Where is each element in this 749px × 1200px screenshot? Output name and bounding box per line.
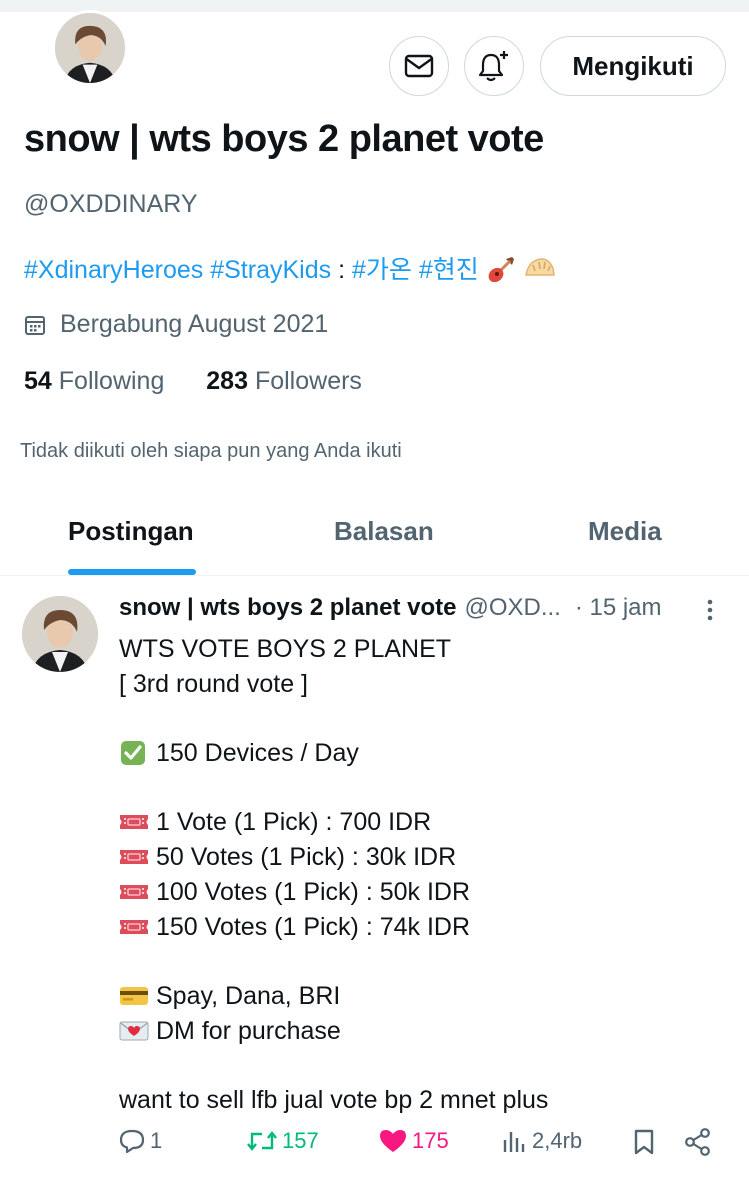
profile-avatar[interactable] — [52, 10, 128, 86]
views-count: 2,4rb — [532, 1128, 583, 1153]
bell-plus-icon — [478, 51, 508, 82]
reply-count: 1 — [150, 1128, 163, 1153]
heart-filled-icon — [380, 1130, 406, 1152]
like-button[interactable]: 175 — [378, 1128, 449, 1154]
bio-separator: : — [338, 256, 346, 284]
tabs-divider — [0, 575, 749, 576]
hashtag-link[interactable]: #StrayKids — [210, 256, 331, 284]
dumpling-emoji-icon — [524, 258, 555, 276]
post-text-line — [119, 944, 719, 979]
ticket-emoji-icon — [120, 815, 148, 830]
profile-tabs: Postingan Balasan Media — [0, 500, 749, 576]
followers-link[interactable]: 283 Followers — [206, 367, 362, 395]
love-letter-emoji-icon — [119, 1021, 149, 1041]
post-text-line: 150 Devices / Day — [119, 736, 719, 771]
mail-icon — [404, 54, 434, 78]
tab-replies[interactable]: Balasan — [334, 516, 434, 547]
mutual-followers-note: Tidak diikuti oleh siapa pun yang Anda i… — [20, 440, 402, 462]
post-avatar[interactable] — [22, 596, 98, 672]
message-button[interactable] — [389, 36, 449, 96]
views-button[interactable]: 2,4rb — [502, 1128, 582, 1154]
post-text-line: 100 Votes (1 Pick) : 50k IDR — [119, 875, 719, 910]
hashtag-link[interactable]: #현진 — [419, 256, 479, 284]
retweet-icon — [247, 1131, 277, 1151]
guitar-emoji-icon — [488, 257, 514, 283]
like-count: 175 — [412, 1128, 449, 1153]
post-text-line: [ 3rd round vote ] — [119, 667, 719, 702]
share-icon — [685, 1128, 710, 1156]
following-link[interactable]: 54 Following — [24, 367, 164, 395]
share-button[interactable] — [683, 1128, 717, 1156]
post-author-name[interactable]: snow | wts boys 2 planet vote — [119, 594, 456, 622]
post-text-segment: 100 Votes (1 Pick) : 50k IDR — [156, 877, 471, 906]
post-text-line — [119, 701, 719, 736]
followers-count: 283 — [206, 367, 248, 395]
bookmark-button[interactable] — [632, 1128, 660, 1156]
hashtag-link[interactable]: #가온 — [352, 256, 412, 284]
follow-stats: 54 Following 283 Followers — [24, 367, 362, 396]
following-label: Following — [58, 367, 165, 395]
post-text-line — [119, 771, 719, 806]
post-text-line: 150 Votes (1 Pick) : 74k IDR — [119, 910, 719, 945]
post-text-segment: want to sell lfb jual vote bp 2 mnet plu… — [119, 1085, 549, 1114]
retweet-count: 157 — [282, 1128, 319, 1153]
post-text: WTS VOTE BOYS 2 PLANET [ 3rd round vote ]… — [119, 632, 719, 1118]
calendar-icon — [25, 315, 45, 335]
profile-display-name: snow | wts boys 2 planet vote — [24, 118, 544, 160]
tab-posts[interactable]: Postingan — [68, 516, 194, 547]
ticket-emoji-icon — [120, 850, 148, 865]
post-text-segment: DM for purchase — [156, 1016, 341, 1045]
following-button[interactable]: Mengikuti — [540, 36, 726, 96]
reply-icon — [119, 1129, 145, 1154]
joined-text: Bergabung August 2021 — [60, 310, 329, 338]
post-author-handle[interactable]: @OXD... — [464, 594, 560, 622]
post-text-line — [119, 1048, 719, 1083]
post-text-segment: 150 Devices / Day — [156, 739, 359, 768]
status-strip — [0, 0, 749, 12]
post-text-line: 50 Votes (1 Pick) : 30k IDR — [119, 840, 719, 875]
post-text-line: 1 Vote (1 Pick) : 700 IDR — [119, 805, 719, 840]
avatar-image — [55, 13, 125, 83]
profile-handle: @OXDDINARY — [24, 190, 198, 218]
joined-date: Bergabung August 2021 — [24, 310, 328, 339]
post-header: snow | wts boys 2 planet vote @OXD... · … — [119, 594, 662, 622]
post-text-segment: 150 Votes (1 Pick) : 74k IDR — [156, 912, 471, 941]
post-text-segment: WTS VOTE BOYS 2 PLANET — [119, 635, 452, 663]
ticket-emoji-icon — [120, 884, 148, 899]
more-vertical-icon — [707, 599, 713, 621]
reply-button[interactable]: 1 — [118, 1128, 162, 1154]
post-text-segment: [ 3rd round vote ] — [119, 669, 309, 698]
followers-label: Followers — [254, 367, 362, 395]
post-text-segment: 50 Votes (1 Pick) : 30k IDR — [156, 843, 457, 872]
post-text-line: WTS VOTE BOYS 2 PLANET — [119, 632, 719, 667]
post-text-line: DM for purchase — [119, 1014, 719, 1049]
more-options-button[interactable] — [700, 598, 720, 629]
post-text-line: Spay, Dana, BRI — [119, 979, 719, 1014]
bookmark-icon — [634, 1129, 654, 1155]
check-mark-emoji-icon — [121, 741, 145, 766]
post-text-segment: Spay, Dana, BRI — [156, 981, 341, 1010]
analytics-icon — [503, 1132, 525, 1152]
hashtag-link[interactable]: #XdinaryHeroes — [24, 256, 203, 284]
post-actions: 1 157 175 2,4rb — [0, 1128, 749, 1168]
avatar-image — [22, 596, 98, 672]
post-timestamp[interactable]: · 15 jam — [575, 594, 662, 622]
credit-card-emoji-icon — [120, 986, 148, 1005]
tab-media[interactable]: Media — [588, 516, 662, 547]
following-count: 54 — [24, 367, 52, 395]
notifications-button[interactable] — [464, 36, 524, 96]
post-text-line: want to sell lfb jual vote bp 2 mnet plu… — [119, 1083, 719, 1118]
retweet-button[interactable]: 157 — [246, 1128, 319, 1154]
profile-bio: #XdinaryHeroes #StrayKids : #가온 #현진 — [24, 250, 557, 286]
ticket-emoji-icon — [120, 919, 148, 934]
post-text-segment: 1 Vote (1 Pick) : 700 IDR — [156, 808, 432, 837]
